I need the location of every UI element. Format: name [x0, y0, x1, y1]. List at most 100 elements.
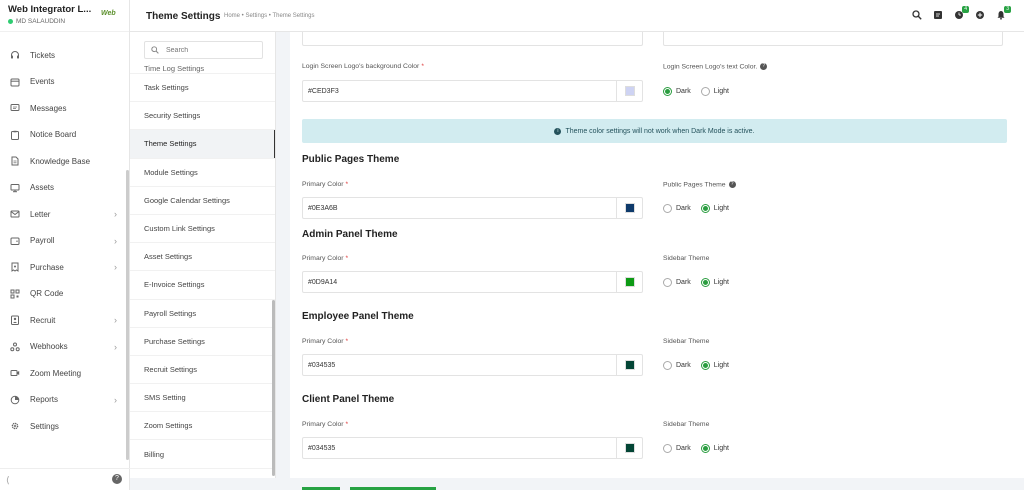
radio-dark[interactable]: Dark — [663, 444, 691, 453]
radio-button[interactable] — [663, 87, 672, 96]
chevron-right-icon: › — [114, 209, 117, 220]
sidebar-item-qr-code[interactable]: QR Code — [0, 281, 129, 308]
submenu-item-custom-link-settings[interactable]: Custom Link Settings — [130, 215, 275, 244]
user-name: MD SALAUDDIN — [16, 18, 66, 25]
color-picker-button[interactable] — [616, 355, 642, 375]
employee-primary-color-input[interactable]: #034535 — [302, 354, 643, 376]
radio-button[interactable] — [700, 444, 710, 453]
admin-primary-label: Primary Color * — [302, 255, 349, 262]
help-icon[interactable]: ? — [728, 181, 736, 188]
submenu-item-time-log[interactable]: Time Log Settings — [130, 62, 275, 74]
public-primary-color-input[interactable]: #0E3A6B — [302, 197, 643, 219]
radio-light[interactable]: Light — [700, 87, 729, 96]
sidebar-item-letter[interactable]: Letter › — [0, 201, 129, 228]
login-logo-bg-label: Login Screen Logo's background Color * — [302, 63, 424, 70]
radio-button[interactable] — [700, 361, 710, 370]
submenu-item-module-settings[interactable]: Module Settings — [130, 159, 275, 187]
submenu-item-task-settings[interactable]: Task Settings — [130, 74, 275, 103]
submenu-item-zoom-settings[interactable]: Zoom Settings — [130, 412, 275, 441]
gear-icon — [10, 421, 20, 431]
sidebar-item-tickets[interactable]: Tickets — [0, 42, 129, 69]
settings-search-input[interactable] — [166, 46, 256, 54]
submenu-item-theme-settings[interactable]: Theme Settings — [130, 130, 275, 159]
sidebar-item-events[interactable]: Events — [0, 69, 129, 96]
radio-button[interactable] — [700, 204, 710, 213]
sidebar-footer: ⟨ ? — [0, 468, 130, 490]
calendar-icon — [10, 77, 20, 87]
sidebar-item-recruit[interactable]: Recruit › — [0, 307, 129, 334]
radio-light[interactable]: Light — [700, 278, 729, 287]
employee-panel-heading: Employee Panel Theme — [302, 311, 414, 322]
search-icon[interactable] — [912, 9, 922, 21]
radio-button[interactable] — [663, 361, 672, 370]
radio-light[interactable]: Light — [700, 204, 729, 213]
sidebar-item-settings[interactable]: Settings — [0, 413, 129, 440]
chevron-right-icon: › — [114, 394, 117, 405]
sidebar-item-webhooks[interactable]: Webhooks › — [0, 334, 129, 361]
help-icon[interactable]: ? — [112, 474, 122, 484]
submenu-item-payroll-settings[interactable]: Payroll Settings — [130, 300, 275, 328]
submenu-item-e-invoice-settings[interactable]: E-Invoice Settings — [130, 271, 275, 300]
submenu-item-billing[interactable]: Billing — [130, 440, 275, 469]
radio-dark[interactable]: Dark — [663, 204, 691, 213]
admin-primary-color-input[interactable]: #0D9A14 — [302, 271, 643, 293]
sidebar-item-payroll[interactable]: Payroll › — [0, 228, 129, 255]
sidebar-item-label: QR Code — [30, 289, 64, 299]
submenu-item-asset-settings[interactable]: Asset Settings — [130, 243, 275, 272]
message-icon — [10, 103, 20, 113]
settings-search[interactable] — [144, 41, 263, 59]
field-above-partial-right[interactable] — [663, 32, 1003, 46]
radio-label: Dark — [676, 362, 691, 369]
color-swatch — [624, 277, 635, 287]
radio-light[interactable]: Light — [700, 444, 729, 453]
client-primary-color-input[interactable]: #034535 — [302, 437, 643, 459]
radio-label: Dark — [676, 279, 691, 286]
color-picker-button[interactable] — [616, 81, 642, 101]
radio-button[interactable] — [663, 278, 672, 287]
webhook-icon — [10, 342, 20, 352]
search-icon — [151, 46, 159, 54]
notifications-bell-icon[interactable]: 3 — [996, 6, 1011, 21]
radio-button[interactable] — [663, 444, 672, 453]
submenu-item-google-calendar-settings[interactable]: Google Calendar Settings — [130, 187, 275, 215]
sticky-notes-icon[interactable] — [933, 9, 943, 21]
help-icon[interactable]: ? — [760, 63, 768, 70]
brand-header[interactable]: Web Integrator L... MD SALAUDDIN Web — [0, 0, 129, 32]
radio-label: Light — [713, 88, 729, 95]
color-picker-button[interactable] — [616, 438, 642, 458]
submenu-item-purchase-settings[interactable]: Purchase Settings — [130, 328, 275, 356]
field-above-partial[interactable] — [302, 32, 643, 46]
alert-text: Theme color settings will not work when … — [565, 127, 755, 135]
sidebar-scrollbar[interactable] — [126, 170, 129, 460]
radio-dark[interactable]: Dark — [663, 278, 691, 287]
employee-primary-color-value: #034535 — [308, 361, 336, 369]
sidebar-item-reports[interactable]: Reports › — [0, 387, 129, 414]
clock-icon[interactable]: 4 — [954, 6, 969, 21]
sidebar-item-messages[interactable]: Messages — [0, 95, 129, 122]
color-picker-button[interactable] — [616, 272, 642, 292]
radio-dark[interactable]: Dark — [663, 361, 691, 370]
radio-button[interactable] — [700, 87, 710, 96]
sidebar-item-label: Assets — [30, 183, 55, 193]
submenu-scrollbar[interactable] — [272, 300, 275, 476]
submenu-item-sms-setting[interactable]: SMS Setting — [130, 384, 275, 413]
add-icon[interactable] — [975, 9, 985, 21]
collapse-sidebar-icon[interactable]: ⟨ — [6, 475, 10, 486]
sidebar-item-purchase[interactable]: Purchase › — [0, 254, 129, 281]
breadcrumb[interactable]: Home • Settings • Theme Settings — [224, 13, 314, 19]
headset-icon — [10, 50, 20, 60]
radio-button[interactable] — [700, 278, 710, 287]
admin-primary-color-value: #0D9A14 — [308, 278, 338, 286]
sidebar-item-assets[interactable]: Assets — [0, 175, 129, 202]
sidebar-item-notice-board[interactable]: Notice Board — [0, 122, 129, 149]
radio-dark[interactable]: Dark — [663, 87, 691, 96]
color-picker-button[interactable] — [616, 198, 642, 218]
submenu-item-recruit-settings[interactable]: Recruit Settings — [130, 356, 275, 385]
sidebar-item-zoom-meeting[interactable]: Zoom Meeting — [0, 360, 129, 387]
sidebar-item-label: Events — [30, 77, 55, 87]
sidebar-item-knowledge-base[interactable]: Knowledge Base — [0, 148, 129, 175]
radio-button[interactable] — [663, 204, 672, 213]
submenu-item-security-settings[interactable]: Security Settings — [130, 102, 275, 131]
radio-light[interactable]: Light — [700, 361, 729, 370]
login-logo-bg-color-input[interactable]: #CED3F3 — [302, 80, 643, 102]
